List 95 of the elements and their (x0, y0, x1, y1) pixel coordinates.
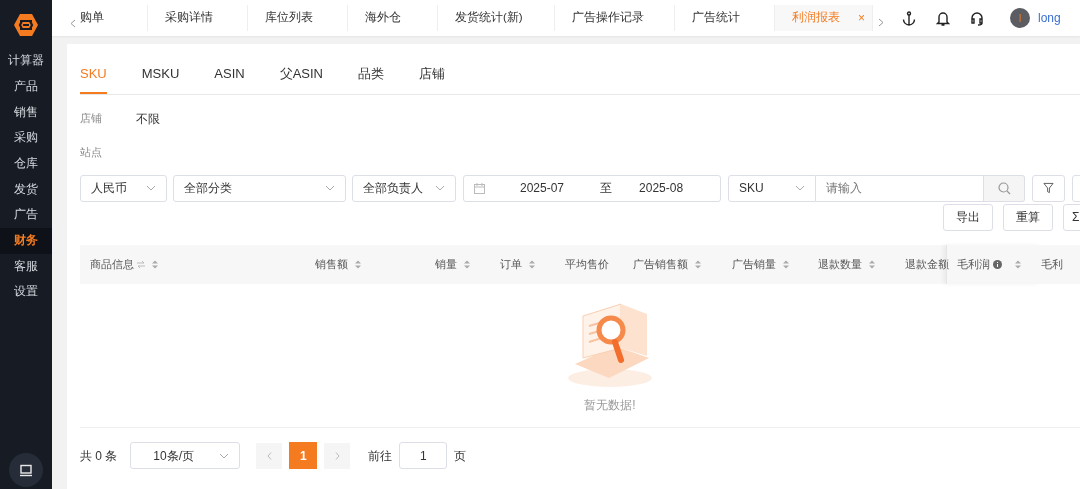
sort-icon[interactable] (869, 259, 875, 269)
goto-label: 前往 (368, 447, 393, 465)
sort-icon[interactable] (783, 259, 789, 269)
column-title: 平均售价 (565, 256, 609, 272)
chevron-right-icon (334, 451, 340, 460)
chevron-left-icon (266, 451, 272, 460)
column-header[interactable]: 广告销量 (732, 244, 818, 284)
total-count: 共 0 条 (80, 447, 118, 465)
page-tab[interactable]: 库位列表 (248, 5, 348, 31)
owner-select[interactable]: 全部负责人 (352, 174, 456, 202)
column-title: 销售额 (315, 256, 348, 272)
page-number-input[interactable]: 1 (399, 442, 448, 469)
swap-icon[interactable] (137, 260, 145, 268)
category-select[interactable]: 全部分类 (173, 174, 346, 202)
sidebar-item[interactable]: 客服 (0, 253, 52, 280)
report-tab[interactable]: ASIN (214, 64, 245, 94)
action-button[interactable]: 导出 (943, 203, 993, 231)
column-title: 订单 (500, 256, 522, 272)
prev-page-button[interactable] (256, 442, 283, 469)
column-header[interactable]: 毛利 (1041, 244, 1080, 284)
page-tab[interactable]: 发货统计(新) (438, 5, 555, 31)
filter-label: 站点 (80, 145, 103, 161)
chevron-down-icon (219, 452, 230, 459)
info-icon (993, 259, 1002, 269)
chevron-down-icon (795, 185, 805, 191)
action-button[interactable]: 重算 (1003, 203, 1053, 231)
report-tab[interactable]: 品类 (358, 64, 384, 94)
date-separator: 至 (600, 180, 613, 197)
next-page-button[interactable] (324, 442, 351, 469)
device-button[interactable] (9, 453, 43, 487)
page-tab[interactable]: 采购详情 (148, 5, 248, 31)
user-name[interactable]: long (1038, 9, 1061, 27)
filter-button[interactable] (1032, 174, 1065, 202)
sort-icon[interactable] (464, 259, 470, 269)
chevron-down-icon (325, 185, 335, 191)
search-button[interactable] (984, 174, 1025, 202)
page-tab[interactable]: 海外仓 (348, 5, 438, 31)
sidebar-item[interactable]: 销售 (0, 99, 52, 126)
sidebar-item[interactable]: 广告 (0, 202, 52, 228)
date-start[interactable]: 2025-07 (520, 179, 565, 197)
column-header[interactable]: 平均售价 (565, 244, 633, 284)
filter-value[interactable]: 不限 (136, 109, 160, 128)
column-header[interactable]: 商品信息 (80, 244, 315, 284)
column-title: 退款数量 (818, 256, 862, 272)
column-header[interactable]: 广告销售额 (633, 244, 732, 284)
report-tab[interactable]: MSKU (141, 64, 180, 94)
sidebar-item[interactable]: 财务 (0, 227, 52, 254)
chevron-down-icon (435, 185, 445, 191)
page-tab[interactable]: 购单 (78, 5, 148, 31)
date-end[interactable]: 2025-08 (639, 179, 684, 197)
page-tab[interactable]: 广告操作记录 (555, 5, 675, 31)
headset-icon[interactable] (970, 10, 984, 26)
monitor-icon (19, 463, 33, 477)
report-tab[interactable]: 店铺 (419, 64, 445, 94)
sort-icon[interactable] (695, 259, 701, 269)
search-input[interactable]: 请输入 (816, 174, 984, 202)
sort-icon[interactable] (529, 259, 535, 269)
bell-icon[interactable] (936, 10, 950, 26)
filter-icon (1043, 182, 1054, 194)
column-header[interactable]: 销量 (435, 244, 500, 284)
column-title: 毛利润 (957, 256, 990, 272)
filter-label: 店铺 (80, 111, 103, 127)
report-tab[interactable]: 父ASIN (279, 64, 323, 94)
column-title: 广告销量 (732, 256, 776, 272)
page-size-select[interactable]: 10条/页 (130, 442, 241, 469)
search-field-select[interactable]: SKU (728, 174, 816, 202)
column-title: 广告销售额 (633, 256, 688, 272)
sidebar-item[interactable]: 计算器 (0, 48, 52, 74)
sidebar-item[interactable]: 仓库 (0, 150, 52, 177)
date-range-field[interactable]: 2025-07 至 2025-08 (463, 174, 721, 202)
currency-select[interactable]: 人民币 (80, 174, 167, 202)
column-title: 销量 (435, 256, 457, 272)
column-title: 毛利 (1041, 256, 1063, 272)
sort-icon[interactable] (1015, 259, 1021, 269)
sidebar-item[interactable]: 设置 (0, 279, 52, 305)
page-tab[interactable]: 广告统计 (675, 5, 775, 31)
empty-message: 暂无数据! (584, 396, 636, 414)
calendar-icon (474, 182, 485, 194)
column-header[interactable]: 退款数量 (818, 244, 905, 284)
sidebar-item[interactable]: 采购 (0, 125, 52, 151)
anchor-icon[interactable] (902, 10, 916, 26)
logo-icon (13, 12, 39, 38)
column-header[interactable]: 订单 (500, 244, 565, 284)
column-title: 退款金额 (905, 256, 949, 272)
sidebar-item[interactable]: 产品 (0, 73, 52, 100)
sort-icon[interactable] (152, 259, 158, 269)
search-icon (997, 181, 1011, 195)
column-title: 商品信息 (90, 256, 134, 272)
chevron-down-icon (146, 185, 156, 191)
action-button[interactable]: Σ (1063, 203, 1080, 231)
sidebar-item[interactable]: 发货 (0, 176, 52, 203)
column-header[interactable]: 销售额 (315, 244, 435, 284)
page-suffix: 页 (454, 447, 467, 465)
sort-icon[interactable] (355, 259, 361, 269)
scroll-right-icon[interactable] (878, 17, 884, 27)
